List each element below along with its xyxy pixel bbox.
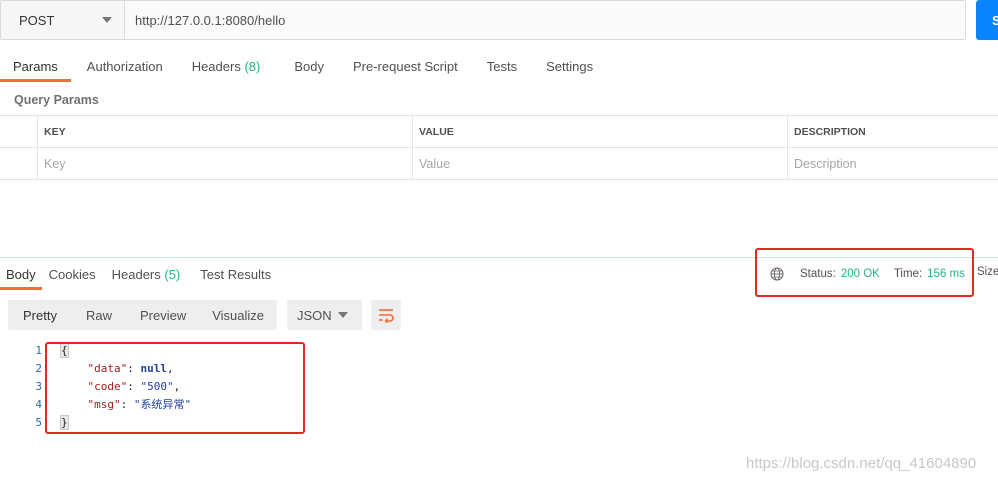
response-tabs: Body Cookies Headers (5) Test Results	[0, 259, 271, 290]
description-input[interactable]: Description	[788, 148, 998, 179]
query-params-table: KEY VALUE DESCRIPTION Key Value Descript…	[0, 115, 998, 180]
line-number: 3	[35, 379, 42, 393]
tab-params-label: Params	[13, 59, 58, 74]
tab-settings-label: Settings	[546, 59, 594, 74]
tab-test-results[interactable]: Test Results	[200, 259, 271, 290]
tab-tests[interactable]: Tests	[487, 52, 517, 82]
tab-test-results-label: Test Results	[200, 267, 272, 282]
wrap-lines-button[interactable]	[371, 300, 401, 330]
pretty-button-label: Pretty	[23, 307, 57, 323]
line-number: 4	[35, 397, 42, 411]
code-line: 4 "msg": "系统异常"	[0, 395, 191, 413]
value-placeholder: Value	[419, 156, 451, 171]
raw-button-label: Raw	[85, 307, 112, 323]
preview-button-label: Preview	[139, 307, 187, 323]
method-label: POST	[19, 12, 55, 28]
language-select-label: JSON	[297, 307, 332, 323]
row-handle	[0, 148, 38, 179]
value-input[interactable]: Value	[413, 148, 788, 179]
tab-body[interactable]: Body	[294, 52, 324, 82]
preview-button[interactable]: Preview	[126, 300, 199, 330]
tab-authorization-label: Authorization	[86, 59, 163, 74]
tab-response-headers-label: Headers	[111, 267, 161, 282]
description-placeholder: Description	[794, 156, 857, 171]
body-highlight-box	[45, 342, 305, 434]
tab-settings[interactable]: Settings	[546, 52, 593, 82]
method-select[interactable]: POST	[1, 1, 125, 39]
url-text: http://127.0.0.1:8080/hello	[135, 12, 286, 28]
tab-headers[interactable]: Headers (8)	[192, 52, 261, 82]
tab-pre-request-script-label: Pre-request Script	[352, 59, 458, 74]
column-header-key: KEY	[38, 116, 413, 147]
watermark: https://blog.csdn.net/qq_41604890	[746, 455, 977, 472]
chevron-down-icon	[338, 312, 348, 318]
send-button-label: S	[992, 12, 998, 28]
line-number: 1	[35, 343, 42, 357]
line-number: 5	[35, 415, 42, 429]
column-header-value: VALUE	[413, 116, 788, 147]
format-toolbar: Pretty Raw Preview Visualize	[8, 300, 278, 330]
raw-button[interactable]: Raw	[72, 300, 126, 330]
key-input[interactable]: Key	[38, 148, 413, 179]
tab-params[interactable]: Params	[0, 52, 71, 82]
size-label[interactable]: Size	[977, 266, 998, 278]
tab-cookies-label: Cookies	[48, 267, 96, 282]
code-line: 2 "data": null,	[0, 359, 173, 377]
tab-authorization[interactable]: Authorization	[87, 52, 163, 82]
tab-response-headers-count: (5)	[164, 267, 181, 282]
query-params-title: Query Params	[14, 93, 99, 107]
key-placeholder: Key	[44, 156, 66, 171]
chevron-down-icon	[102, 17, 112, 23]
visualize-button[interactable]: Visualize	[199, 300, 277, 330]
code-line: 5 }	[0, 413, 69, 431]
tab-headers-label: Headers	[191, 59, 241, 74]
column-header-description: DESCRIPTION	[794, 125, 866, 138]
code-line: 3 "code": "500",	[0, 377, 180, 395]
tab-pre-request-script[interactable]: Pre-request Script	[353, 52, 458, 82]
code-line: 1 {	[0, 341, 69, 359]
wrap-lines-icon	[379, 309, 394, 323]
send-button[interactable]: S	[976, 0, 998, 40]
tab-response-body-label: Body	[6, 267, 36, 282]
tab-cookies[interactable]: Cookies	[49, 259, 96, 290]
request-bar: POST http://127.0.0.1:8080/hello	[0, 0, 966, 40]
table-header-row: KEY VALUE DESCRIPTION	[0, 116, 998, 148]
request-tabs: Params Authorization Headers (8) Body Pr…	[0, 52, 593, 82]
table-handle-cell	[0, 116, 38, 147]
tab-tests-label: Tests	[486, 59, 518, 74]
table-row: Key Value Description	[0, 148, 998, 180]
tab-response-headers[interactable]: Headers (5)	[112, 259, 181, 290]
language-select[interactable]: JSON	[287, 300, 362, 330]
status-highlight-box	[755, 248, 974, 297]
tab-response-body[interactable]: Body	[0, 259, 42, 290]
url-input[interactable]: http://127.0.0.1:8080/hello	[125, 1, 965, 39]
tab-body-label: Body	[294, 59, 324, 74]
visualize-button-label: Visualize	[212, 307, 265, 323]
pretty-button[interactable]: Pretty	[8, 300, 72, 330]
tab-headers-count: (8)	[244, 59, 261, 74]
line-number: 2	[35, 361, 42, 375]
response-body-viewer[interactable]: 1 { 2 "data": null, 3 "code": "500", 4 "…	[0, 341, 191, 431]
